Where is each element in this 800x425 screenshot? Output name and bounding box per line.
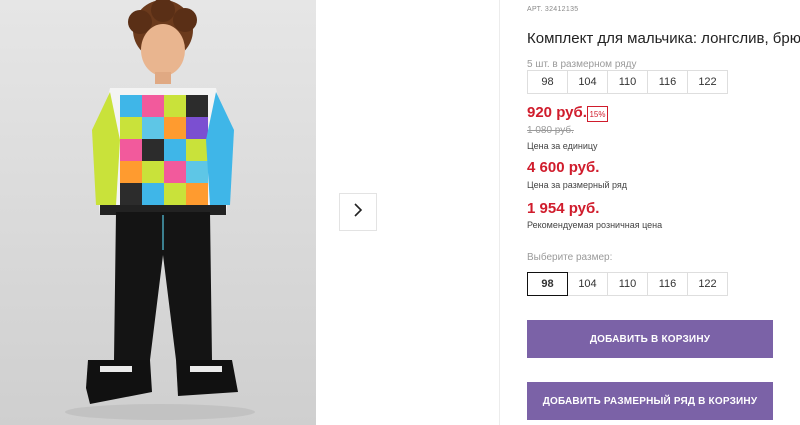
size-option-104[interactable]: 104 [567,272,608,296]
pack-size-116: 116 [647,70,688,94]
pack-price-caption: Цена за размерный ряд [527,180,628,190]
next-image-button[interactable] [339,193,377,231]
size-option-98[interactable]: 98 [527,272,568,296]
pack-size-98: 98 [527,70,568,94]
size-selector: 98 104 110 116 122 [527,272,728,296]
choose-size-label: Выберите размер: [527,252,613,263]
add-to-cart-button[interactable]: ДОБАВИТЬ В КОРЗИНУ [527,320,773,358]
size-option-116[interactable]: 116 [647,272,688,296]
old-price: 1 080 руб. [527,125,574,136]
retail-price: 1 954 руб. [527,200,600,217]
retail-price-caption: Рекомендуемая розничная цена [527,220,663,230]
add-pack-to-cart-button[interactable]: ДОБАВИТЬ РАЗМЕРНЫЙ РЯД В КОРЗИНУ [527,382,773,420]
pack-sizes: 98 104 110 116 122 [527,70,728,94]
boy-illustration [0,0,316,425]
unit-price: 920 руб. [527,104,587,121]
size-option-122[interactable]: 122 [687,272,728,296]
product-title: Комплект для мальчика: лонгслив, брюки [527,30,800,47]
pack-label: 5 шт. в размерном ряду [527,59,637,70]
product-photo [0,0,316,425]
chevron-right-icon [352,202,364,223]
vertical-divider [499,0,500,425]
pack-price: 4 600 руб. [527,159,600,176]
discount-badge: 15% [587,106,608,122]
unit-price-caption: Цена за единицу [527,141,598,151]
pack-size-110: 110 [607,70,648,94]
pack-size-122: 122 [687,70,728,94]
pack-size-104: 104 [567,70,608,94]
size-option-110[interactable]: 110 [607,272,648,296]
article-number: АРТ. 32412135 [527,6,579,13]
